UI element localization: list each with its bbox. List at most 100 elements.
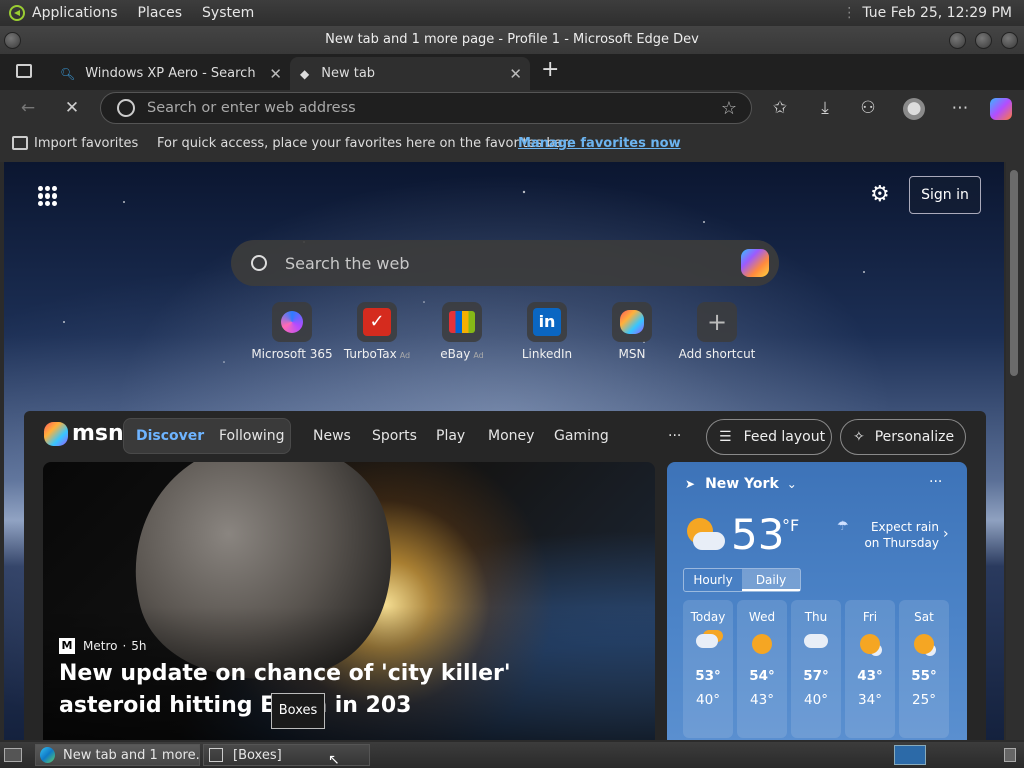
msn-butterfly-icon [44, 421, 68, 446]
nav-more-button[interactable]: ··· [668, 428, 681, 444]
copilot-icon[interactable] [990, 98, 1012, 120]
current-weather-icon [683, 514, 725, 556]
shortcut-msn[interactable]: MSN [590, 302, 674, 361]
close-window-button[interactable] [1001, 32, 1018, 49]
location-selector[interactable]: ➤ New York ⌄ [685, 476, 797, 492]
forecast-day-thu[interactable]: Thu 57° 40° [791, 600, 841, 738]
profile-avatar-icon[interactable]: ● [903, 98, 925, 120]
nav-money[interactable]: Money [488, 428, 534, 444]
linkedin-icon: in [527, 302, 567, 342]
close-tab-icon[interactable]: ✕ [509, 65, 522, 83]
day-low: 43° [750, 692, 774, 708]
minimize-button[interactable] [949, 32, 966, 49]
system-menu[interactable]: System [202, 5, 254, 21]
tab-search[interactable]: 🔍︎ Windows XP Aero - Search ✕ [50, 57, 290, 90]
close-tab-icon[interactable]: ✕ [269, 65, 282, 83]
copilot-search-icon[interactable] [741, 249, 769, 277]
shortcut-ebay[interactable]: eBay Ad [420, 302, 504, 361]
import-icon [12, 136, 28, 150]
apps-launcher-icon[interactable] [38, 186, 58, 206]
hourly-toggle[interactable]: Hourly [684, 569, 742, 591]
applications-menu[interactable]: Applications [32, 5, 118, 21]
taskbar-edge-window[interactable]: New tab and 1 more... [35, 744, 200, 766]
forecast-day-sat[interactable]: Sat 55° 25° [899, 600, 949, 738]
edge-icon [40, 747, 55, 763]
taskbar-item-label: [Boxes] [233, 747, 282, 763]
scrollbar-thumb[interactable] [1010, 170, 1018, 376]
extensions-icon[interactable]: ⚇ [858, 98, 878, 118]
sun-icon [750, 634, 774, 658]
turbotax-icon: ✓ [357, 302, 397, 342]
story-age: 5h [131, 639, 147, 653]
gnome-foot-icon[interactable] [8, 4, 26, 22]
shortcut-linkedin[interactable]: in LinkedIn [505, 302, 589, 361]
search-icon [117, 99, 135, 117]
taskbar-boxes-window[interactable]: [Boxes] [203, 744, 370, 766]
mouse-cursor-icon: ↖ [328, 752, 340, 768]
shortcut-label: Add shortcut [678, 347, 756, 361]
nav-news[interactable]: News [313, 428, 351, 444]
hero-story-card[interactable]: M Metro · 5h New update on chance of 'ci… [43, 462, 655, 740]
msn-brand: msn [72, 421, 124, 446]
ad-label: Ad [399, 351, 411, 360]
day-high: 57° [803, 668, 829, 684]
day-low: 40° [696, 692, 720, 708]
daily-toggle[interactable]: Daily [742, 569, 800, 591]
trash-icon[interactable] [1004, 748, 1016, 762]
tab-newtab[interactable]: ◆ New tab ✕ [290, 57, 530, 90]
weather-card[interactable]: ➤ New York ⌄ ··· 53 °F ☂ Expect rain on … [667, 462, 967, 740]
day-high: 55° [911, 668, 937, 684]
downloads-icon[interactable]: ⤓ [815, 98, 835, 118]
back-icon[interactable]: ← [18, 98, 38, 118]
partly-sunny-icon [858, 634, 882, 658]
dot-separator: · [122, 639, 127, 653]
hero-headline[interactable]: New update on chance of 'city killer' as… [59, 658, 599, 722]
source-name[interactable]: Metro [83, 639, 117, 653]
forecast-day-wed[interactable]: Wed 54° 43° [737, 600, 787, 738]
import-favorites-button[interactable]: Import favorites [34, 136, 138, 151]
tab-discover[interactable]: Discover [136, 428, 204, 444]
forecast-note[interactable]: Expect rain on Thursday [853, 519, 939, 551]
chevron-right-icon[interactable]: › [943, 526, 949, 542]
personalize-label: Personalize [874, 429, 955, 445]
show-desktop-icon[interactable] [4, 748, 22, 762]
rain-icon: ☂ [837, 519, 849, 534]
boxes-icon [209, 748, 223, 762]
address-placeholder: Search or enter web address [147, 100, 356, 116]
shortcut-label: LinkedIn [521, 347, 573, 361]
nav-gaming[interactable]: Gaming [554, 428, 609, 444]
maximize-button[interactable] [975, 32, 992, 49]
weather-more-icon[interactable]: ··· [929, 474, 942, 490]
more-menu-icon[interactable]: ⋯ [950, 98, 970, 118]
msn-butterfly-icon [612, 302, 652, 342]
msn-feed: msn Discover Following News Sports Play … [24, 411, 986, 740]
workspace-switcher[interactable] [894, 745, 926, 765]
stop-loading-icon[interactable]: ✕ [62, 98, 82, 118]
msn-logo[interactable]: msn [44, 421, 124, 446]
address-bar[interactable]: Search or enter web address ☆ [100, 92, 752, 124]
favorites-icon[interactable]: ✩ [770, 98, 790, 118]
shortcut-microsoft365[interactable]: Microsoft 365 [250, 302, 334, 361]
clock[interactable]: Tue Feb 25, 12:29 PM [862, 5, 1012, 21]
sign-in-button[interactable]: Sign in [909, 176, 981, 214]
tab-following[interactable]: Following [219, 428, 285, 444]
personalize-button[interactable]: ✧ Personalize [840, 419, 966, 455]
manage-favorites-link[interactable]: Manage favorites now [518, 136, 681, 151]
feed-layout-label: Feed layout [743, 429, 826, 445]
forecast-day-today[interactable]: Today 53° 40° [683, 600, 733, 738]
web-search-box[interactable]: Search the web [231, 240, 779, 286]
nav-sports[interactable]: Sports [372, 428, 417, 444]
feed-layout-button[interactable]: ☰ Feed layout [706, 419, 832, 455]
new-tab-icon[interactable]: + [541, 57, 559, 82]
settings-gear-icon[interactable]: ⚙ [870, 182, 890, 207]
forecast-day-fri[interactable]: Fri 43° 34° [845, 600, 895, 738]
window-titlebar[interactable]: New tab and 1 more page - Profile 1 - Mi… [0, 26, 1024, 54]
current-temp: 53 [731, 510, 785, 559]
tab-actions-icon[interactable] [16, 64, 32, 78]
shortcut-turbotax[interactable]: ✓ TurboTax Ad [335, 302, 419, 361]
nav-play[interactable]: Play [436, 428, 465, 444]
favorite-star-icon[interactable]: ☆ [721, 98, 737, 119]
window-menu-button[interactable] [4, 32, 21, 49]
places-menu[interactable]: Places [138, 5, 183, 21]
add-shortcut-button[interactable]: + Add shortcut [675, 302, 759, 361]
